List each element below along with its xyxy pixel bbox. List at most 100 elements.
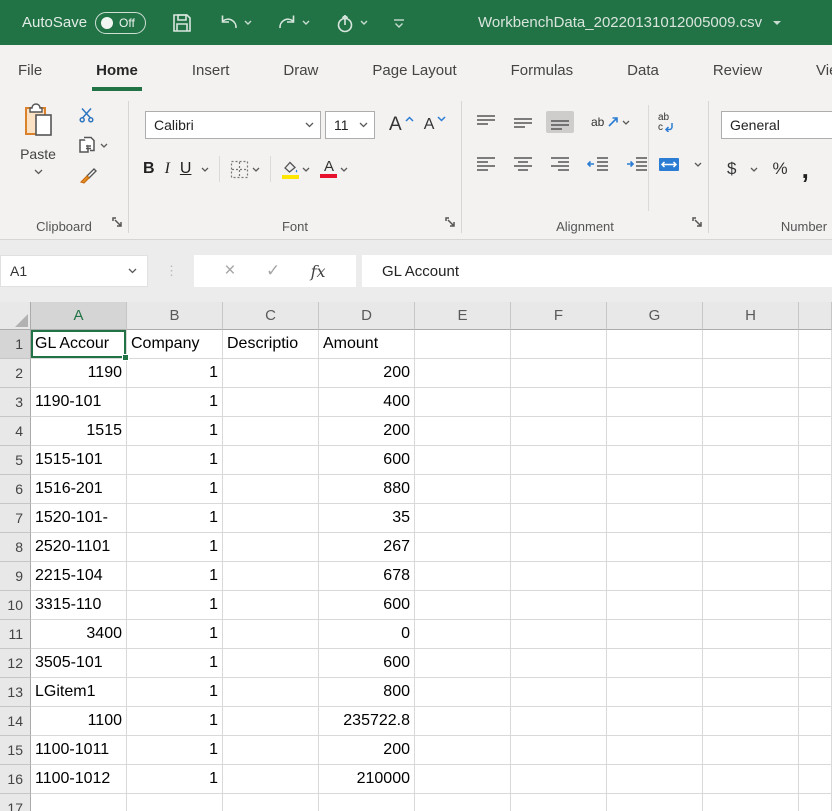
tab-file[interactable]: File [18,45,42,95]
cell-H6[interactable] [703,475,799,504]
cell-F8[interactable] [511,533,607,562]
name-box[interactable]: A1 [0,255,148,287]
cell-B13[interactable]: 1 [127,678,223,707]
formula-input[interactable]: GL Account [362,255,832,287]
cell-B16[interactable]: 1 [127,765,223,794]
cell-C8[interactable] [223,533,319,562]
cell-A2[interactable]: 1190 [31,359,127,388]
cell-G13[interactable] [607,678,703,707]
middle-align-button[interactable] [509,111,537,133]
cell-D7[interactable]: 35 [319,504,415,533]
merge-dropdown-icon[interactable] [694,162,702,167]
cell-partial-4[interactable] [799,417,832,446]
font-color-button[interactable]: A [320,160,348,178]
cell-H10[interactable] [703,591,799,620]
shrink-font-button[interactable]: A [424,115,447,135]
cell-A5[interactable]: 1515-101 [31,446,127,475]
cell-D11[interactable]: 0 [319,620,415,649]
fill-handle[interactable] [122,354,129,361]
cell-B5[interactable]: 1 [127,446,223,475]
copy-button[interactable] [78,136,108,154]
cell-E13[interactable] [415,678,511,707]
column-header-D[interactable]: D [319,302,415,330]
cell-D15[interactable]: 200 [319,736,415,765]
cell-G10[interactable] [607,591,703,620]
paste-dropdown-icon[interactable] [34,169,43,175]
cell-E2[interactable] [415,359,511,388]
column-header-F[interactable]: F [511,302,607,330]
cell-C6[interactable] [223,475,319,504]
row-header-7[interactable]: 7 [0,504,31,533]
cell-D1[interactable]: Amount [319,330,415,359]
cell-partial-8[interactable] [799,533,832,562]
top-align-button[interactable] [472,111,500,133]
cell-H8[interactable] [703,533,799,562]
cell-A1[interactable]: GL Accour [31,330,127,359]
cell-F1[interactable] [511,330,607,359]
cell-partial-3[interactable] [799,388,832,417]
cell-partial-9[interactable] [799,562,832,591]
underline-button[interactable]: U [180,160,192,178]
cell-A11[interactable]: 3400 [31,620,127,649]
comma-style-button[interactable]: , [802,159,809,179]
copy-dropdown-icon[interactable] [100,143,108,148]
underline-dropdown-icon[interactable] [201,167,209,172]
column-header-A[interactable]: A [31,302,127,330]
cell-B6[interactable]: 1 [127,475,223,504]
italic-button[interactable]: I [165,160,170,178]
cell-G16[interactable] [607,765,703,794]
row-header-3[interactable]: 3 [0,388,31,417]
cell-F14[interactable] [511,707,607,736]
cell-H7[interactable] [703,504,799,533]
cell-E5[interactable] [415,446,511,475]
select-all-button[interactable] [0,302,31,330]
cell-B4[interactable]: 1 [127,417,223,446]
cell-partial-12[interactable] [799,649,832,678]
enter-button[interactable]: ✓ [266,261,280,281]
column-header-partial[interactable] [799,302,832,330]
cell-A15[interactable]: 1100-1011 [31,736,127,765]
cell-partial-2[interactable] [799,359,832,388]
cell-E11[interactable] [415,620,511,649]
fill-color-dropdown-icon[interactable] [302,167,310,172]
cell-E15[interactable] [415,736,511,765]
cell-H15[interactable] [703,736,799,765]
row-header-6[interactable]: 6 [0,475,31,504]
cell-A10[interactable]: 3315-110 [31,591,127,620]
fill-color-button[interactable] [281,160,310,179]
bold-button[interactable]: B [143,160,155,178]
accounting-dropdown-icon[interactable] [750,167,758,172]
cell-B9[interactable]: 1 [127,562,223,591]
cell-E14[interactable] [415,707,511,736]
cell-H17[interactable] [703,794,799,811]
customize-quick-access-button[interactable] [392,17,406,29]
cell-C3[interactable] [223,388,319,417]
cell-B15[interactable]: 1 [127,736,223,765]
insert-function-button[interactable]: fx [311,262,326,281]
cell-partial-14[interactable] [799,707,832,736]
center-button[interactable] [509,153,537,175]
font-name-select[interactable]: Calibri [145,111,321,139]
cell-A14[interactable]: 1100 [31,707,127,736]
tab-review[interactable]: Review [713,45,762,95]
window-title-area[interactable]: WorkbenchData_20220131012005009.csv [478,0,782,45]
percent-style-button[interactable]: % [772,159,787,179]
cell-partial-15[interactable] [799,736,832,765]
cell-H5[interactable] [703,446,799,475]
cell-B3[interactable]: 1 [127,388,223,417]
cell-D16[interactable]: 210000 [319,765,415,794]
cell-F13[interactable] [511,678,607,707]
cell-C13[interactable] [223,678,319,707]
cell-C5[interactable] [223,446,319,475]
cell-G2[interactable] [607,359,703,388]
cell-F15[interactable] [511,736,607,765]
cell-G6[interactable] [607,475,703,504]
cell-E3[interactable] [415,388,511,417]
row-header-11[interactable]: 11 [0,620,31,649]
format-painter-button[interactable] [78,167,108,185]
row-header-2[interactable]: 2 [0,359,31,388]
tab-data[interactable]: Data [627,45,659,95]
column-header-E[interactable]: E [415,302,511,330]
alignment-dialog-launcher[interactable] [692,215,703,233]
cell-G15[interactable] [607,736,703,765]
